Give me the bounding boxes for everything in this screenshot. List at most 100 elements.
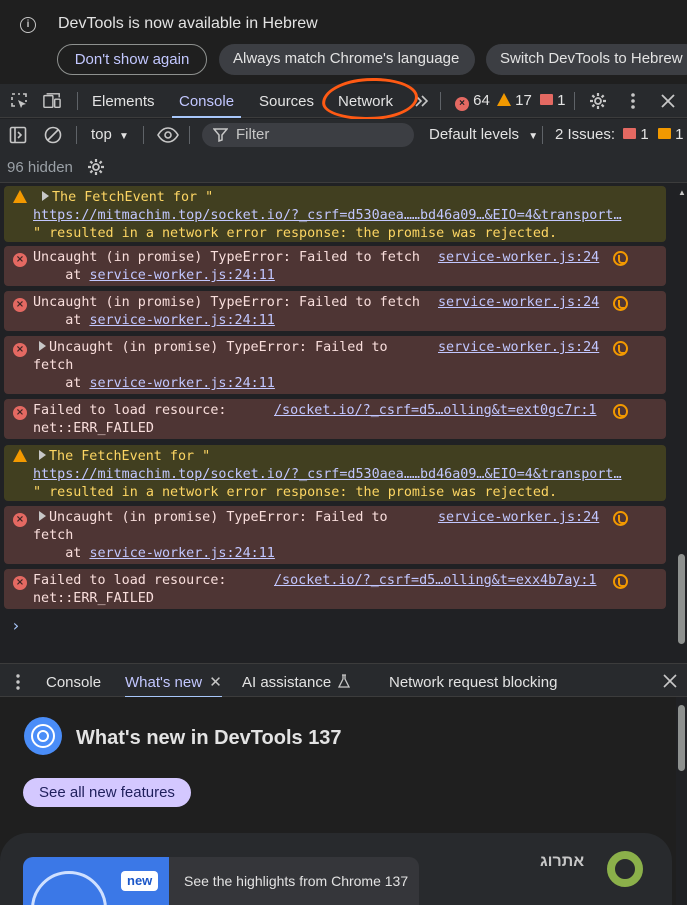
- device-toolbar-icon[interactable]: [43, 92, 61, 110]
- tab-network[interactable]: Network: [338, 84, 393, 118]
- console-message-error[interactable]: × Uncaught (in promise) TypeError: Faile…: [4, 246, 666, 286]
- highlights-video-card[interactable]: new See the highlights from Chrome 137: [23, 857, 419, 905]
- highlights-card: new See the highlights from Chrome 137 א…: [0, 833, 672, 905]
- console-message-error[interactable]: × Failed to load resource: net::ERR_FAIL…: [4, 399, 666, 439]
- console-message-warning[interactable]: The FetchEvent for " https://mitmachim.t…: [4, 445, 666, 501]
- issue-warning-icon: [657, 128, 671, 139]
- toolbar-divider: [574, 92, 575, 110]
- whats-new-scroll-thumb[interactable]: [678, 705, 685, 771]
- message-text: Failed to load resource:: [33, 403, 227, 418]
- console-message-error[interactable]: × Uncaught (in promise) TypeError: Faile…: [4, 291, 666, 331]
- toolbar-divider: [76, 126, 77, 144]
- language-infobar: i DevTools is now available in Hebrew Do…: [0, 0, 687, 84]
- ai-explain-icon[interactable]: [613, 511, 628, 526]
- source-link[interactable]: service-worker.js:24: [438, 509, 599, 527]
- scroll-up-arrow-icon[interactable]: ▲: [678, 188, 686, 197]
- warning-counter[interactable]: 17: [497, 84, 532, 118]
- message-url-link[interactable]: https://mitmachim.top/socket.io/?_csrf=d…: [33, 466, 622, 484]
- console-message-error[interactable]: × Uncaught (in promise) TypeError: Faile…: [4, 506, 666, 564]
- console-toolbar: top ▼ Filter Default levels ▼ 2 Issues: …: [0, 119, 687, 151]
- toolbar-divider: [542, 126, 543, 144]
- clear-console-icon[interactable]: [44, 126, 62, 144]
- close-icon[interactable]: [659, 92, 677, 110]
- stack-frame-link[interactable]: service-worker.js:24:11: [89, 268, 274, 283]
- ai-explain-icon[interactable]: [613, 341, 628, 356]
- expand-triangle-icon[interactable]: [39, 511, 46, 521]
- stack-at-label: at: [33, 313, 90, 328]
- filter-icon: [213, 128, 228, 142]
- console-scroll-thumb[interactable]: [678, 554, 685, 644]
- more-vert-icon[interactable]: [12, 673, 24, 691]
- filter-input[interactable]: Filter: [202, 123, 414, 147]
- ai-explain-icon[interactable]: [613, 251, 628, 266]
- error-counter[interactable]: × 64: [455, 84, 490, 118]
- gear-icon[interactable]: [87, 158, 105, 176]
- error-icon: ×: [13, 343, 27, 357]
- close-icon[interactable]: [663, 674, 677, 688]
- drawer-tab-bar: Console What's new ✕ AI assistance Netwo…: [0, 663, 687, 698]
- devtools-main-toolbar: Elements Console Sources Network × 64 17…: [0, 84, 687, 118]
- drawer-tab-ai-assistance[interactable]: AI assistance: [242, 664, 351, 698]
- context-label: top: [91, 126, 112, 143]
- error-count: 64: [473, 92, 490, 109]
- message-text: The FetchEvent for ": [52, 190, 214, 205]
- gear-icon[interactable]: [589, 92, 607, 110]
- log-levels-dropdown[interactable]: Default levels ▼: [429, 126, 538, 143]
- message-url-link[interactable]: https://mitmachim.top/socket.io/?_csrf=d…: [33, 207, 622, 225]
- chevron-double-right-icon[interactable]: [413, 92, 431, 110]
- close-tab-icon[interactable]: ✕: [209, 674, 222, 691]
- always-match-language-button[interactable]: Always match Chrome's language: [219, 44, 475, 75]
- flask-icon: [338, 674, 351, 688]
- tab-console[interactable]: Console: [172, 84, 242, 118]
- issues-label: 2 Issues:: [555, 126, 616, 143]
- whats-new-scrollbar[interactable]: [676, 697, 687, 905]
- ai-explain-icon[interactable]: [613, 574, 628, 589]
- source-link[interactable]: service-worker.js:24: [438, 249, 599, 267]
- message-text: Uncaught (in promise) TypeError: Failed …: [33, 250, 420, 265]
- warning-icon: [13, 449, 27, 462]
- inspect-element-icon[interactable]: [10, 92, 28, 110]
- more-vert-icon[interactable]: [624, 92, 642, 110]
- sidebar-toggle-icon[interactable]: [9, 126, 27, 144]
- console-prompt[interactable]: ›: [11, 616, 21, 635]
- warning-icon: [13, 190, 27, 203]
- drawer-tab-console[interactable]: Console: [46, 664, 101, 698]
- drawer-tab-network-request-blocking[interactable]: Network request blocking: [389, 664, 557, 698]
- issues-counter[interactable]: 1: [540, 84, 566, 118]
- message-text: " resulted in a network error response: …: [33, 485, 558, 500]
- dont-show-again-button[interactable]: Don't show again: [57, 44, 207, 75]
- drawer-tab-whats-new[interactable]: What's new ✕: [125, 664, 222, 698]
- tab-elements[interactable]: Elements: [92, 84, 155, 118]
- stack-frame-link[interactable]: service-worker.js:24:11: [89, 546, 274, 561]
- console-message-warning[interactable]: The FetchEvent for " https://mitmachim.t…: [4, 186, 666, 242]
- stack-frame-link[interactable]: service-worker.js:24:11: [89, 313, 274, 328]
- expand-triangle-icon[interactable]: [42, 191, 49, 201]
- console-message-error[interactable]: × Failed to load resource: net::ERR_FAIL…: [4, 569, 666, 609]
- issues-button[interactable]: 2 Issues: 1 1: [555, 126, 683, 143]
- ai-explain-icon[interactable]: [613, 296, 628, 311]
- hidden-count-label: 96 hidden: [7, 159, 73, 176]
- expand-triangle-icon[interactable]: [39, 450, 46, 460]
- console-scrollbar[interactable]: ▲: [676, 184, 687, 662]
- expand-triangle-icon[interactable]: [39, 341, 46, 351]
- source-link[interactable]: service-worker.js:24: [438, 339, 599, 357]
- toolbar-divider: [440, 92, 441, 110]
- ai-explain-icon[interactable]: [613, 404, 628, 419]
- console-message-error[interactable]: × Uncaught (in promise) TypeError: Faile…: [4, 336, 666, 394]
- message-text: The FetchEvent for ": [49, 449, 211, 464]
- error-icon: ×: [13, 513, 27, 527]
- source-link[interactable]: /socket.io/?_csrf=d5…olling&t=exx4b7ay:1: [274, 572, 596, 590]
- source-link[interactable]: service-worker.js:24: [438, 294, 599, 312]
- context-selector[interactable]: top ▼: [91, 126, 129, 143]
- stack-frame-link[interactable]: service-worker.js:24:11: [89, 376, 274, 391]
- source-link[interactable]: /socket.io/?_csrf=d5…olling&t=ext0gc7r:1: [274, 402, 596, 420]
- warning-icon: [497, 93, 511, 106]
- message-text: fetch: [33, 358, 74, 373]
- switch-to-hebrew-button[interactable]: Switch DevTools to Hebrew: [486, 44, 687, 75]
- live-expression-eye-icon[interactable]: [157, 126, 179, 144]
- see-all-features-button[interactable]: See all new features: [23, 778, 191, 807]
- error-icon: ×: [13, 253, 27, 267]
- tab-sources[interactable]: Sources: [259, 84, 314, 118]
- whats-new-panel: What's new in DevTools 137 See all new f…: [0, 697, 676, 905]
- message-text: fetch: [33, 528, 74, 543]
